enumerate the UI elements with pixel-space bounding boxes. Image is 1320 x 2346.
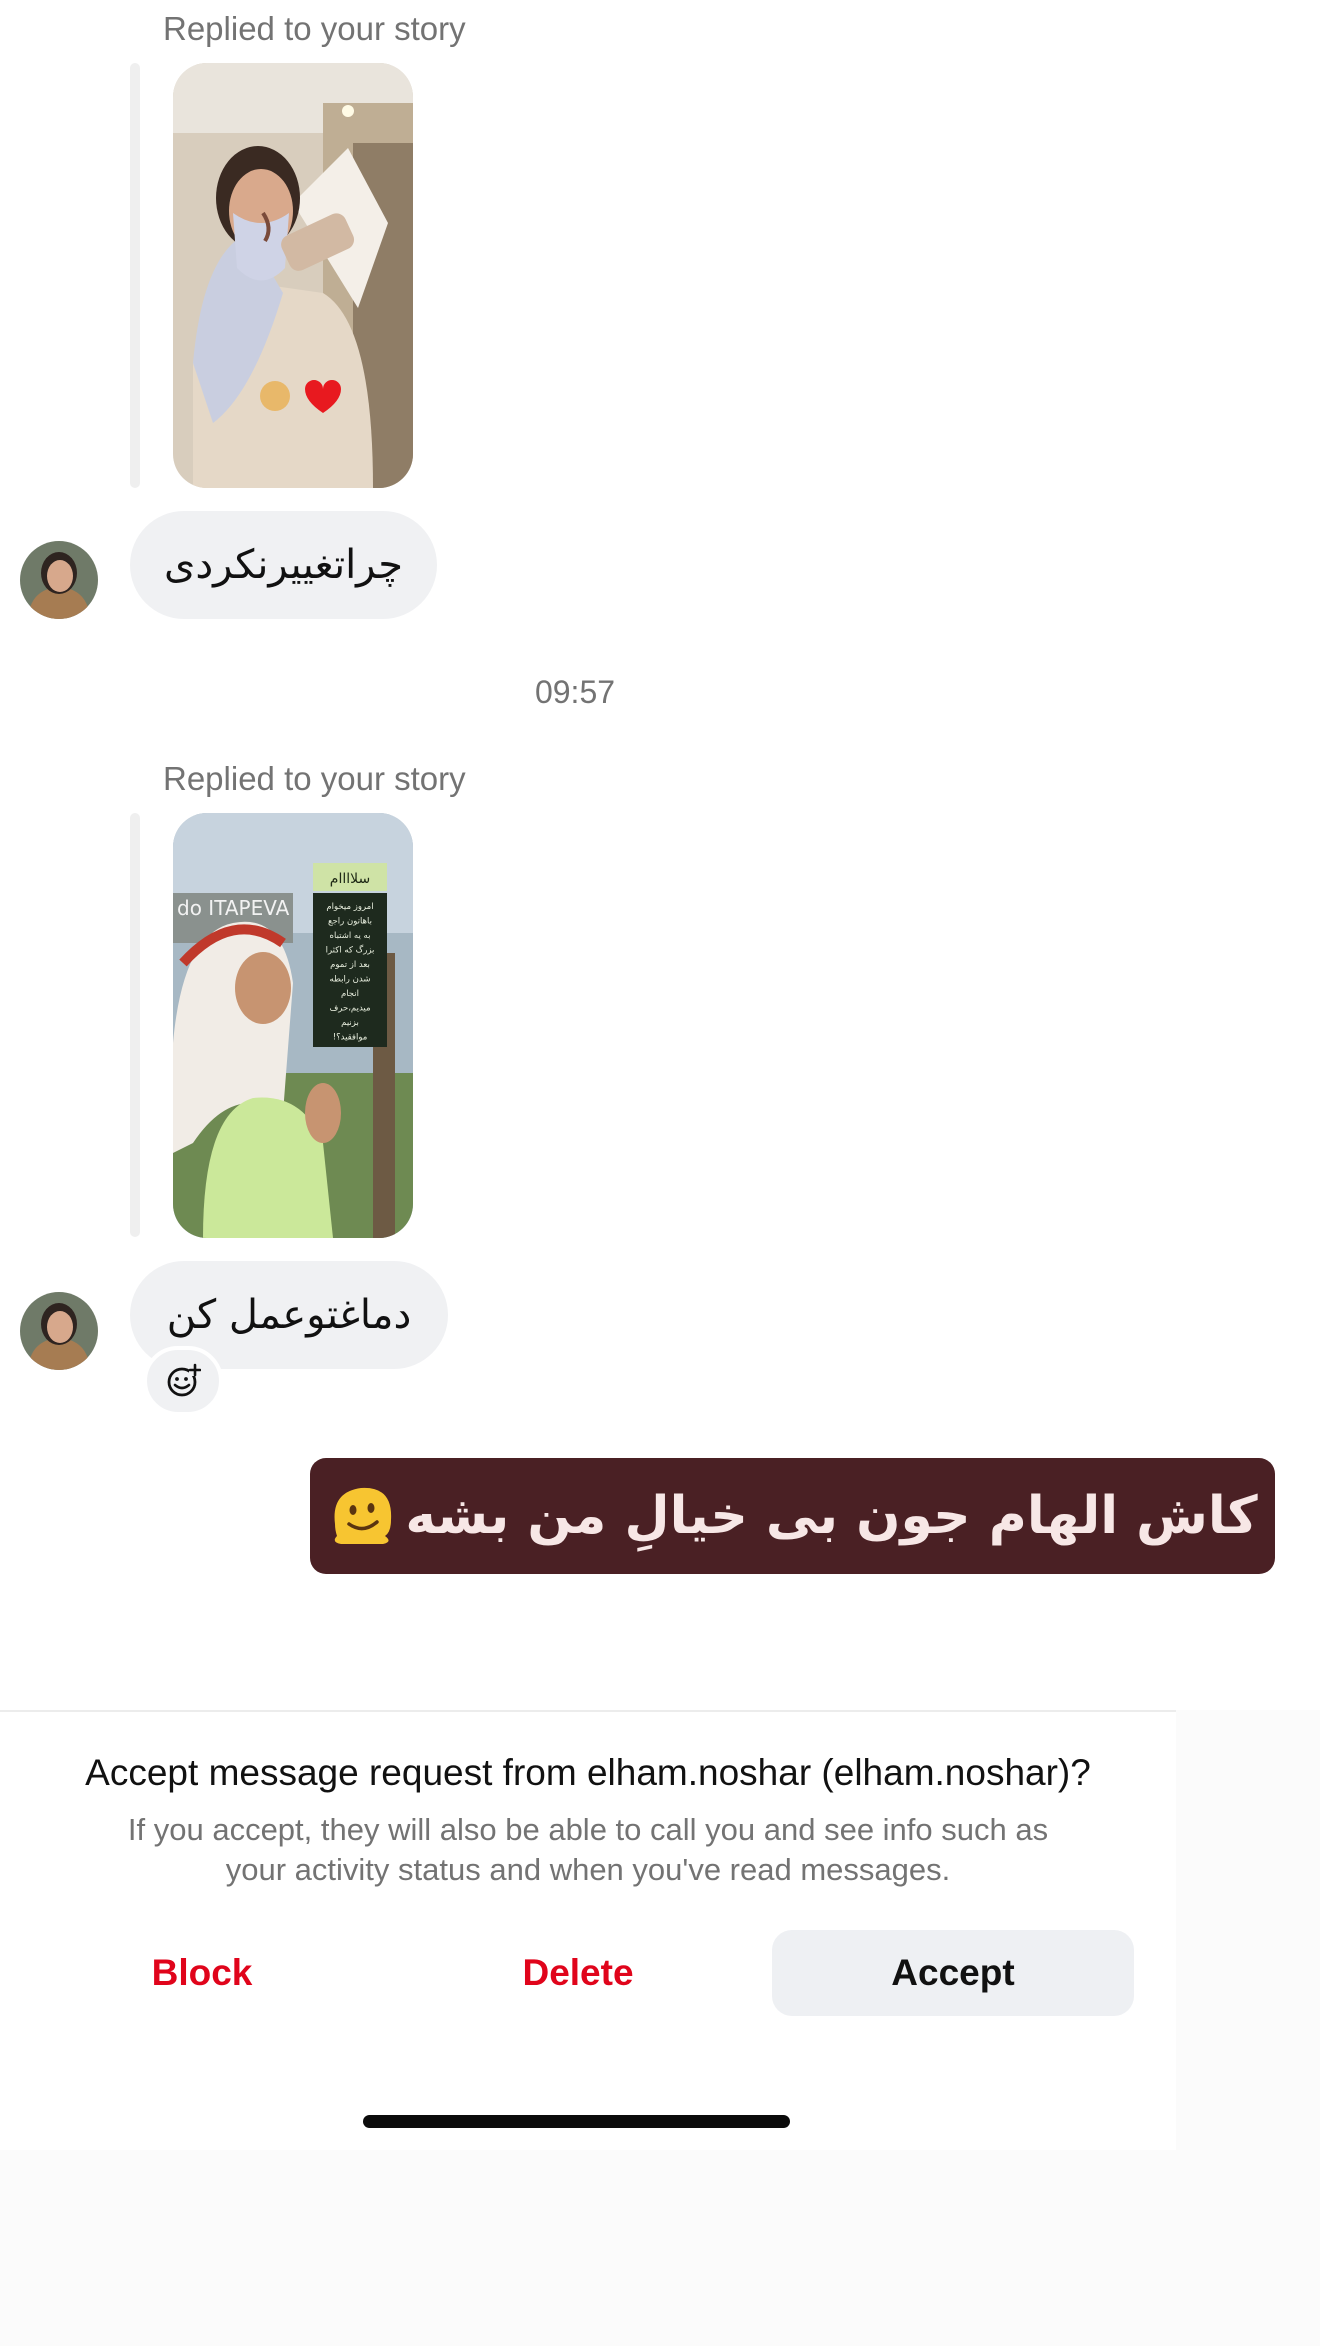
story-sticker-line: موافقید؟!	[333, 1033, 368, 1043]
replied-to-story-label: Replied to your story	[163, 10, 466, 47]
story-sticker-title: سلاااام	[330, 871, 370, 887]
message-timestamp: 09:57	[534, 674, 616, 710]
replied-to-story-label: Replied to your story	[163, 760, 466, 797]
sticker-text: کاش الهام جون بی خیالِ من بشه	[405, 1486, 1258, 1546]
dm-thread-screen: Replied to your story چراتغییرنکردی 09:5…	[0, 0, 1320, 2346]
story-sticker-line: انجام	[341, 989, 359, 999]
request-description: If you accept, they will also be able to…	[40, 1810, 1136, 1890]
request-title: Accept message request from elham.noshar…	[85, 1752, 1091, 1793]
sign-text: do ITAPEVA	[177, 896, 290, 920]
sender-avatar[interactable]	[20, 541, 98, 619]
story-sticker-line: امروز میخوام	[326, 902, 373, 912]
story-thumbnail[interactable]: do ITAPEVA سلاااام امروز میخوام باهاتون ر…	[173, 813, 413, 1238]
story-sticker-line: میدیم،حرف	[329, 1004, 370, 1014]
incoming-message[interactable]: چراتغییرنکردی	[130, 511, 437, 619]
add-reaction-button[interactable]	[143, 1346, 223, 1416]
story-photo-woman-with-scarf	[173, 63, 413, 488]
avatar-photo	[20, 1292, 98, 1370]
story-sticker-line: باهاتون راجع	[328, 917, 372, 927]
story-thumbnail[interactable]	[173, 63, 413, 488]
reply-quote-bar	[130, 63, 140, 488]
home-indicator[interactable]	[363, 2115, 790, 2128]
story-sticker-line: به یه اشتباه	[330, 931, 371, 941]
request-description-line: If you accept, they will also be able to…	[127, 1812, 1049, 1847]
outgoing-text-sticker[interactable]: کاش الهام جون بی خیالِ من بشه	[310, 1458, 1275, 1574]
story-photo-woman-with-headdress: do ITAPEVA سلاااام امروز میخوام باهاتون ر…	[173, 813, 413, 1238]
melting-face-emoji	[334, 1487, 392, 1544]
sender-avatar[interactable]	[20, 1292, 98, 1370]
story-sticker-line: بزرگ که اکثرا	[326, 946, 375, 956]
avatar-photo	[20, 541, 98, 619]
message-request-panel: Accept message request from elham.noshar…	[0, 1710, 1176, 2150]
request-description-line: your activity status and when you've rea…	[225, 1852, 951, 1887]
story-sticker-line: شدن رابطه	[330, 975, 371, 985]
chat-thread[interactable]: Replied to your story چراتغییرنکردی 09:5…	[0, 0, 1320, 1710]
story-sticker-line: بزنیم	[341, 1018, 359, 1028]
reply-quote-bar	[130, 813, 140, 1237]
story-sticker-line: بعد از تموم	[330, 960, 370, 970]
accept-button[interactable]: Accept	[772, 1930, 1134, 2016]
add-reaction-icon	[167, 1363, 201, 1397]
block-button[interactable]: Block	[26, 1930, 378, 2016]
delete-button[interactable]: Delete	[402, 1930, 754, 2016]
